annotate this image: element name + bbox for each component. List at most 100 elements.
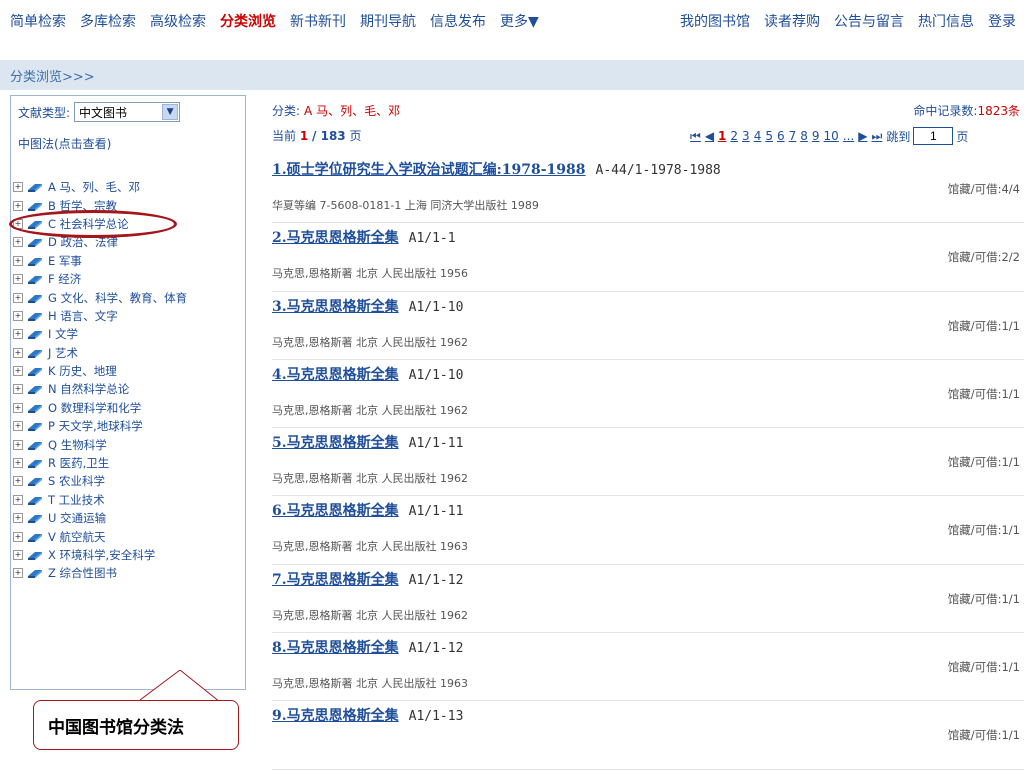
nav-category-browse[interactable]: 分类浏览 xyxy=(220,11,276,31)
nav-my-library[interactable]: 我的图书馆 xyxy=(680,11,750,31)
doc-type-select[interactable]: 中文图书 ▼ xyxy=(74,102,181,122)
category-item[interactable]: + S 农业科学 xyxy=(13,472,187,490)
category-label: V 航空航天 xyxy=(48,529,106,544)
prev-page-icon[interactable]: ◀ xyxy=(705,129,714,143)
result-title-link[interactable]: 9.马克思恩格斯全集 A1/1-13 xyxy=(272,705,463,725)
nav-login[interactable]: 登录 xyxy=(988,11,1016,31)
page-number-link[interactable]: 1 xyxy=(718,129,726,143)
category-item[interactable]: + P 天文学,地球科学 xyxy=(13,417,187,435)
category-label: A 马、列、毛、邓 xyxy=(48,180,141,195)
expand-icon[interactable]: + xyxy=(13,458,23,469)
page-number-link[interactable]: 7 xyxy=(789,129,797,143)
category-item[interactable]: + R 医药,卫生 xyxy=(13,454,187,472)
result-title-link[interactable]: 6.马克思恩格斯全集 A1/1-11 xyxy=(272,500,463,520)
expand-icon[interactable]: + xyxy=(13,494,23,505)
expand-icon[interactable]: + xyxy=(13,384,23,395)
nav-more-dropdown[interactable]: 更多▼ xyxy=(500,11,539,31)
category-label: K 历史、地理 xyxy=(48,364,117,379)
page-number-link[interactable]: 6 xyxy=(777,129,785,143)
expand-icon[interactable]: + xyxy=(13,476,23,487)
category-item[interactable]: + T 工业技术 xyxy=(13,491,187,509)
page-number-link[interactable]: ... xyxy=(843,129,854,143)
result-title-link[interactable]: 2.马克思恩格斯全集 A1/1-1 xyxy=(272,227,456,247)
result-title-link[interactable]: 8.马克思恩格斯全集 A1/1-12 xyxy=(272,637,463,657)
result-title-link[interactable]: 7.马克思恩格斯全集 A1/1-12 xyxy=(272,569,463,589)
expand-icon[interactable]: + xyxy=(13,274,23,285)
category-item[interactable]: + A 马、列、毛、邓 xyxy=(13,178,187,196)
expand-icon[interactable]: + xyxy=(13,439,23,450)
nav-notice-message[interactable]: 公告与留言 xyxy=(834,11,904,31)
nav-new-books[interactable]: 新书新刊 xyxy=(290,11,346,31)
nav-simple-search[interactable]: 简单检索 xyxy=(10,11,66,31)
category-value: A 马、列、毛、邓 xyxy=(304,104,401,118)
expand-icon[interactable]: + xyxy=(13,255,23,266)
expand-icon[interactable]: + xyxy=(13,310,23,321)
expand-icon[interactable]: + xyxy=(13,550,23,560)
result-title-link[interactable]: 1.硕士学位研究生入学政治试题汇编:1978-1988 A-44/1-1978-1… xyxy=(272,159,721,179)
category-item[interactable]: + H 语言、文字 xyxy=(13,307,187,325)
expand-icon[interactable]: + xyxy=(13,237,23,248)
category-item[interactable]: + F 经济 xyxy=(13,270,187,288)
result-call-number: A1/1-1 xyxy=(408,231,456,247)
category-label: E 军事 xyxy=(48,253,82,268)
page-number-link[interactable]: 9 xyxy=(812,129,820,143)
result-item: 6.马克思恩格斯全集 A1/1-11 马克思,恩格斯著 北京 人民出版社 1963 馆… xyxy=(272,496,1024,565)
nav-info-publish[interactable]: 信息发布 xyxy=(430,11,486,31)
nav-journal-guide[interactable]: 期刊导航 xyxy=(360,11,416,31)
nav-reader-recommend[interactable]: 读者荐购 xyxy=(764,11,820,31)
result-publication: 马克思,恩格斯著 北京 人民出版社 1962 xyxy=(272,335,468,349)
page-number-link[interactable]: 10 xyxy=(824,129,839,143)
result-availability: 馆藏/可借:1/1 xyxy=(947,660,1020,675)
result-title-link[interactable]: 5.马克思恩格斯全集 A1/1-11 xyxy=(272,432,463,452)
page-unit: 页 xyxy=(349,129,362,143)
expand-icon[interactable]: + xyxy=(13,568,23,579)
expand-icon[interactable]: + xyxy=(13,513,23,524)
expand-icon[interactable]: + xyxy=(13,182,23,193)
category-item[interactable]: + J 艺术 xyxy=(13,344,187,362)
result-title-link[interactable]: 3.马克思恩格斯全集 A1/1-10 xyxy=(272,296,463,316)
result-item: 8.马克思恩格斯全集 A1/1-12 马克思,恩格斯著 北京 人民出版社 1963 馆… xyxy=(272,633,1024,702)
expand-icon[interactable]: + xyxy=(13,366,23,377)
book-folder-icon xyxy=(28,368,42,377)
result-publication: 马克思,恩格斯著 北京 人民出版社 1962 xyxy=(272,608,468,622)
category-label: F 经济 xyxy=(48,272,82,287)
category-label: O 数理科学和化学 xyxy=(48,400,142,415)
next-page-icon[interactable]: ▶ xyxy=(858,129,867,143)
category-item[interactable]: + O 数理科学和化学 xyxy=(13,399,187,417)
expand-icon[interactable]: + xyxy=(13,200,23,211)
expand-icon[interactable]: + xyxy=(13,421,23,432)
category-item[interactable]: + Z 综合性图书 xyxy=(13,564,187,582)
page-number-link[interactable]: 2 xyxy=(730,129,738,143)
category-item[interactable]: + Q 生物科学 xyxy=(13,435,187,453)
category-item[interactable]: + X 环境科学,安全科学 xyxy=(13,546,187,564)
chevron-down-icon[interactable]: ▼ xyxy=(162,104,179,120)
page-number-link[interactable]: 4 xyxy=(754,129,762,143)
category-item[interactable]: + N 自然科学总论 xyxy=(13,380,187,398)
expand-icon[interactable]: + xyxy=(13,402,23,413)
jump-label: 跳到 xyxy=(886,129,911,144)
expand-icon[interactable]: + xyxy=(13,292,23,303)
category-item[interactable]: + E 军事 xyxy=(13,252,187,270)
current-label: 当前 xyxy=(272,129,297,143)
result-title-link[interactable]: 4.马克思恩格斯全集 A1/1-10 xyxy=(272,364,463,384)
expand-icon[interactable]: + xyxy=(13,329,23,340)
last-page-icon[interactable]: ⏭ xyxy=(872,129,883,144)
result-publication: 马克思,恩格斯著 北京 人民出版社 1962 xyxy=(272,472,468,486)
page-number-link[interactable]: 8 xyxy=(800,129,808,143)
nav-multi-db-search[interactable]: 多库检索 xyxy=(80,11,136,31)
expand-icon[interactable]: + xyxy=(13,347,23,358)
first-page-icon[interactable]: ⏮ xyxy=(690,129,701,144)
category-item[interactable]: + K 历史、地理 xyxy=(13,362,187,380)
clc-view-link[interactable]: 中图法(点击查看) xyxy=(18,135,111,152)
book-folder-icon xyxy=(28,552,42,560)
category-item[interactable]: + G 文化、科学、教育、体育 xyxy=(13,288,187,306)
nav-advanced-search[interactable]: 高级检索 xyxy=(150,11,206,31)
category-item[interactable]: + I 文学 xyxy=(13,325,187,343)
category-item[interactable]: + V 航空航天 xyxy=(13,527,187,545)
page-number-link[interactable]: 3 xyxy=(742,129,750,143)
category-item[interactable]: + U 交通运输 xyxy=(13,509,187,527)
jump-page-input[interactable] xyxy=(913,127,954,145)
page-number-link[interactable]: 5 xyxy=(765,129,773,143)
expand-icon[interactable]: + xyxy=(13,531,23,542)
nav-hot-info[interactable]: 热门信息 xyxy=(918,11,974,31)
